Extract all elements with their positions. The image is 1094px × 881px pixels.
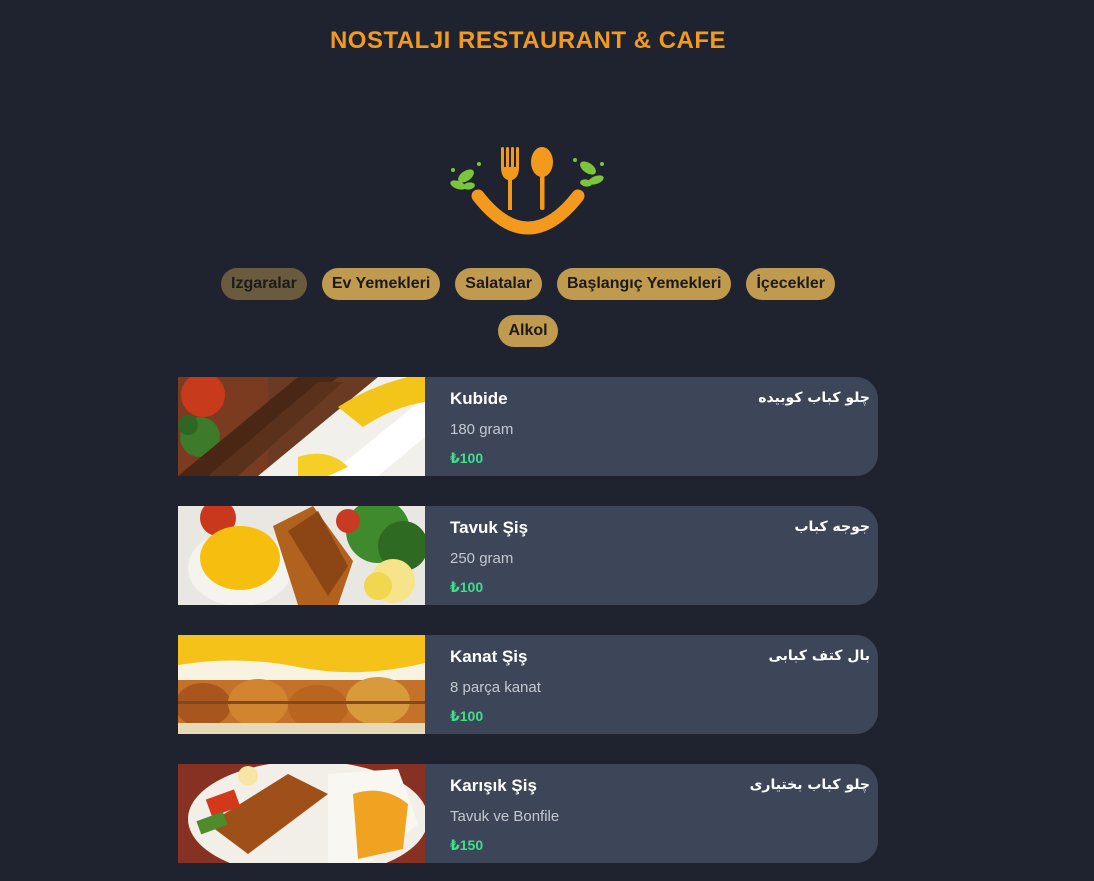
item-price: ₺150 bbox=[450, 837, 484, 853]
restaurant-title: NOSTALJI RESTAURANT & CAFE bbox=[329, 27, 727, 54]
item-alt-name: جوجه کباب bbox=[794, 519, 870, 535]
item-description: 8 parça kanat bbox=[450, 679, 541, 696]
item-name: Karışık Şiş bbox=[450, 776, 537, 795]
item-price: ₺100 bbox=[450, 579, 484, 595]
menu-item[interactable]: Karışık Şiş چلو کباب بختیاری Tavuk ve Bo… bbox=[178, 764, 878, 863]
tavuk-sis-photo bbox=[178, 506, 425, 605]
item-price: ₺100 bbox=[450, 450, 484, 466]
kanat-sis-photo bbox=[178, 635, 425, 734]
category-tabs: Izgaralar Ev Yemekleri Salatalar Başlang… bbox=[0, 268, 1056, 300]
menu-item[interactable]: Tavuk Şiş جوجه کباب 250 gram ₺100 bbox=[178, 506, 878, 605]
item-price: ₺100 bbox=[450, 708, 484, 724]
item-name: Tavuk Şiş bbox=[450, 518, 529, 537]
item-name: Kanat Şiş bbox=[450, 647, 528, 666]
item-name: Kubide bbox=[450, 389, 508, 408]
menu-page: NOSTALJI RESTAURANT & CAFE Izgaralar Ev … bbox=[0, 0, 1094, 881]
item-alt-name: بال کتف کبابی bbox=[768, 648, 870, 664]
item-alt-name: چلو کباب کوبیده bbox=[758, 390, 870, 406]
tab-alkol[interactable]: Alkol bbox=[498, 315, 558, 347]
tab-baslangic-yemekleri[interactable]: Başlangıç Yemekleri bbox=[557, 268, 732, 300]
menu-item[interactable]: Kanat Şiş بال کتف کبابی 8 parça kanat ₺1… bbox=[178, 635, 878, 734]
category-tabs-row-2: Alkol bbox=[0, 315, 1056, 347]
item-alt-name: چلو کباب بختیاری bbox=[749, 777, 870, 793]
tab-izgaralar[interactable]: Izgaralar bbox=[221, 268, 307, 300]
karisik-sis-photo bbox=[178, 764, 425, 863]
tab-icecekler[interactable]: İçecekler bbox=[746, 268, 835, 300]
tab-salatalar[interactable]: Salatalar bbox=[455, 268, 542, 300]
menu-list: Kubide چلو کباب کوبیده 180 gram ₺100 Tav… bbox=[178, 377, 878, 881]
fork-spoon-smile-logo bbox=[444, 140, 612, 236]
item-description: Tavuk ve Bonfile bbox=[450, 808, 560, 825]
item-description: 180 gram bbox=[450, 421, 514, 438]
kubide-photo bbox=[178, 377, 425, 476]
item-description: 250 gram bbox=[450, 550, 514, 567]
tab-ev-yemekleri[interactable]: Ev Yemekleri bbox=[321, 268, 441, 300]
menu-item[interactable]: Kubide چلو کباب کوبیده 180 gram ₺100 bbox=[178, 377, 878, 476]
